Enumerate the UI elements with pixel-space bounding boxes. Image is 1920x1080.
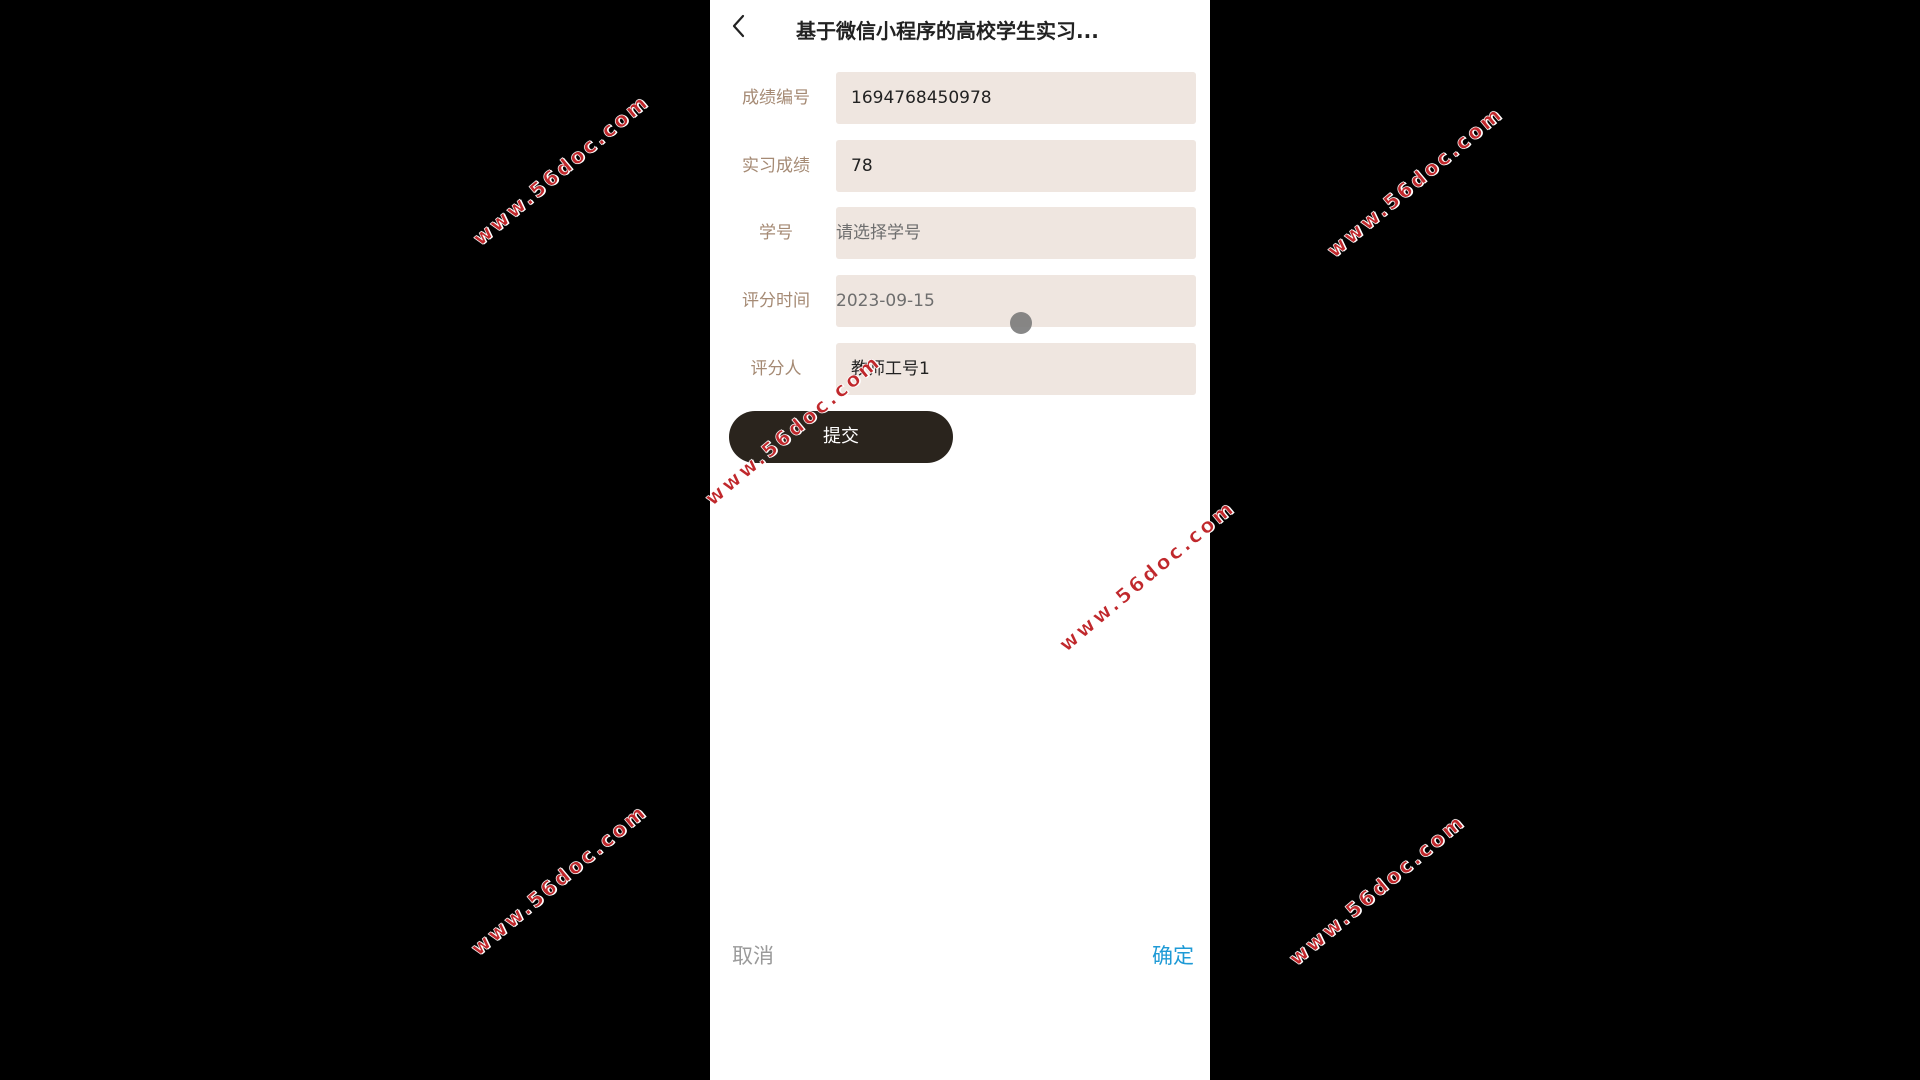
grade-id-field[interactable]: 1694768450978 [836,72,1196,124]
navigation-bar: 基于微信小程序的高校学生实习... [710,0,1210,58]
page-title: 基于微信小程序的高校学生实习... [796,19,1099,43]
submit-button[interactable]: 提交 [729,411,953,463]
watermark-text: www.56doc.com [466,798,652,961]
touch-indicator [1010,312,1032,334]
back-button[interactable] [726,12,752,40]
student-id-placeholder: 请选择学号 [836,223,921,243]
student-id-label: 学号 [759,223,793,243]
form-row-scorer: 评分人 教师工号1 [710,343,1210,395]
score-time-value: 2023-09-15 [836,291,935,311]
form-row-score-time: 评分时间 2023-09-15 [710,275,1210,327]
watermark-text: www.56doc.com [1322,100,1508,263]
chevron-left-icon [732,14,745,38]
confirm-button[interactable]: 确定 [1152,940,1194,970]
watermark-text: www.56doc.com [468,88,654,251]
form-row-grade-id: 成绩编号 1694768450978 [710,72,1210,124]
form-row-student-id: 学号 请选择学号 [710,207,1210,259]
score-time-label: 评分时间 [742,291,810,311]
phone-screen: 基于微信小程序的高校学生实习... 成绩编号 1694768450978 实习成… [710,0,1210,1080]
grade-id-label: 成绩编号 [742,88,810,108]
internship-score-field[interactable]: 78 [836,140,1196,192]
internship-score-label: 实习成绩 [742,156,810,176]
picker-action-bar: 取消 确定 [710,930,1210,980]
screen: 基于微信小程序的高校学生实习... 成绩编号 1694768450978 实习成… [0,0,1920,1080]
watermark-text: www.56doc.com [1284,808,1470,971]
form-row-internship-score: 实习成绩 78 [710,140,1210,192]
scorer-field[interactable]: 教师工号1 [836,343,1196,395]
scorer-label: 评分人 [750,359,802,379]
cancel-button[interactable]: 取消 [732,940,774,970]
student-id-picker[interactable]: 请选择学号 [836,207,1196,259]
